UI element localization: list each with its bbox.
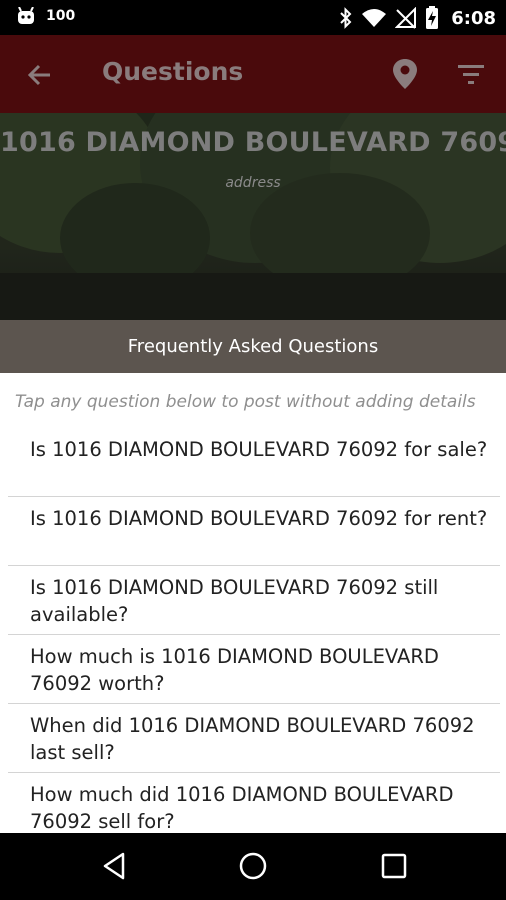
bluetooth-icon [340,7,352,29]
status-bar: 100 6:08 [0,0,506,35]
battery-level-text: 100 [46,8,76,24]
page-title: Questions [102,57,244,86]
android-debug-icon [18,7,34,24]
app-bar: Questions [0,35,506,113]
question-item[interactable]: Is 1016 DIAMOND BOULEVARD 76092 still av… [8,566,500,635]
recents-square-icon[interactable] [377,849,411,883]
filter-icon[interactable] [456,61,486,89]
question-item[interactable]: When did 1016 DIAMOND BOULEVARD 76092 la… [8,704,500,773]
wifi-icon [362,9,387,27]
question-item[interactable]: Is 1016 DIAMOND BOULEVARD 76092 for sale… [8,428,500,497]
question-item[interactable]: How much is 1016 DIAMOND BOULEVARD 76092… [8,635,500,704]
faq-header: Frequently Asked Questions [0,320,506,373]
question-list: Is 1016 DIAMOND BOULEVARD 76092 for sale… [8,428,500,833]
navigation-bar [0,833,506,900]
location-pin-icon[interactable] [390,57,420,91]
faq-hint: Tap any question below to post without a… [15,392,476,412]
battery-charging-icon [426,6,439,29]
question-item[interactable]: How much did 1016 DIAMOND BOULEVARD 7609… [8,773,500,833]
address-title: 1016 DIAMOND BOULEVARD 76092 [0,127,506,158]
clock: 6:08 [451,7,496,29]
address-hero-image: 1016 DIAMOND BOULEVARD 76092 address [0,113,506,320]
address-caption: address [225,175,281,191]
no-signal-icon [395,7,417,29]
back-arrow-icon[interactable] [24,59,56,91]
home-circle-icon[interactable] [236,849,270,883]
question-item[interactable]: Is 1016 DIAMOND BOULEVARD 76092 for rent… [8,497,500,566]
faq-content: Tap any question below to post without a… [0,373,506,833]
back-triangle-icon[interactable] [97,849,131,883]
